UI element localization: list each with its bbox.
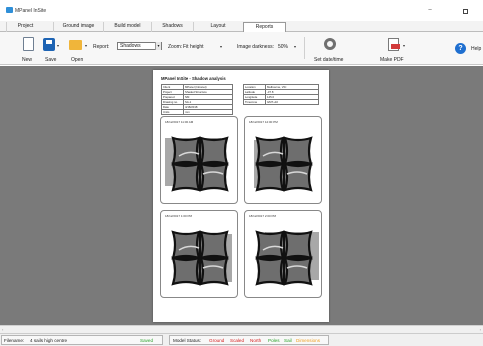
- save-icon[interactable]: [43, 38, 55, 51]
- sail-4: [283, 256, 313, 286]
- panel-timestamp: 18/12/2017 11:00 AM: [165, 120, 194, 124]
- file-status-box: [1, 335, 163, 345]
- project-info-table: Client MPanel (Intranet) Project Shaded St…: [161, 84, 233, 115]
- table-row: Timezone GMT+10: [243, 99, 319, 105]
- new-document-icon[interactable]: [23, 37, 34, 51]
- darkness-dropdown-arrow[interactable]: ▾: [294, 44, 296, 49]
- save-dropdown-arrow[interactable]: ▾: [57, 43, 59, 48]
- sail-1: [171, 230, 201, 260]
- pdf-dropdown-arrow[interactable]: ▾: [403, 43, 405, 48]
- sail-3: [255, 162, 285, 192]
- sail-1: [255, 230, 285, 260]
- make-pdf-button[interactable]: Make PDF: [380, 57, 404, 63]
- open-folder-icon[interactable]: [69, 40, 82, 50]
- toolbar-divider: [304, 37, 305, 59]
- ribbon-tabs: Project Ground image Build model Shadows…: [0, 21, 483, 33]
- status-north: North: [250, 338, 262, 343]
- panel-timestamp: 18/12/2017 1:00 PM: [165, 214, 193, 218]
- status-poles: Poles: [268, 338, 280, 343]
- tab-layout[interactable]: Layout: [193, 22, 242, 32]
- zoom-select[interactable]: Fit height: [183, 44, 204, 50]
- help-icon[interactable]: ?: [455, 43, 466, 54]
- open-dropdown-arrow[interactable]: ▾: [85, 43, 87, 48]
- report-label: Report:: [93, 44, 110, 50]
- status-scaled: Scaled: [230, 338, 245, 343]
- sail-1: [255, 136, 285, 166]
- status-bar: Filename: 4 sails high centre Saved Mode…: [0, 333, 483, 346]
- sail-3: [255, 256, 285, 286]
- sail-3: [171, 162, 201, 192]
- scroll-left-icon[interactable]: ‹: [2, 327, 3, 332]
- sail-2: [283, 136, 313, 166]
- shadow-plan-drawing: [171, 230, 232, 286]
- help-button[interactable]: Help: [471, 46, 481, 52]
- report-select-value: Shadows: [120, 43, 141, 49]
- maximize-button[interactable]: [463, 9, 468, 14]
- tab-shadows[interactable]: Shadows: [151, 22, 193, 32]
- shadow-plan-drawing: [165, 136, 229, 192]
- filename-label: Filename:: [4, 338, 25, 343]
- sail-1: [171, 136, 201, 166]
- sail-4: [283, 162, 313, 192]
- sail-3: [171, 256, 201, 286]
- status-sail: Sail: [284, 338, 292, 343]
- report-select[interactable]: Shadows ▾: [117, 42, 162, 50]
- open-button[interactable]: Open: [71, 57, 83, 63]
- sail-2: [283, 230, 313, 260]
- shadow-plan-drawing: [254, 136, 313, 192]
- image-darkness-select[interactable]: 50%: [278, 44, 288, 50]
- save-button[interactable]: Save: [45, 57, 56, 63]
- table-cell: Timezone: [243, 99, 266, 105]
- model-status-label: Model Status:: [173, 338, 202, 343]
- shadow-panel-1: 18/12/2017 11:00 AM: [160, 116, 238, 204]
- scroll-right-icon[interactable]: ›: [480, 327, 481, 332]
- panel-timestamp: 18/12/2017 12:00 PM: [249, 120, 278, 124]
- shadow-panel-4: 18/12/2017 2:00 PM: [244, 210, 322, 298]
- status-dimensions: Dimensions: [296, 338, 320, 343]
- new-button[interactable]: New: [22, 57, 32, 63]
- status-ground: Ground: [209, 338, 225, 343]
- tab-project[interactable]: Project: [6, 22, 44, 32]
- shadow-panel-2: 18/12/2017 12:00 PM: [244, 116, 322, 204]
- location-info-table: Location Melbourne, VIC Latitude -37.8 Lon…: [243, 84, 319, 105]
- shadow-panel-3: 18/12/2017 1:00 PM: [160, 210, 238, 298]
- sail-4: [199, 162, 229, 192]
- table-row: Units mm: [161, 109, 233, 115]
- image-darkness-label: Image darkness:: [237, 44, 274, 50]
- window-title: MPanel InSite: [15, 8, 47, 14]
- pdf-icon[interactable]: [388, 38, 400, 51]
- zoom-dropdown-arrow[interactable]: ▾: [220, 44, 222, 49]
- report-preview-area[interactable]: MPanel InSite - Shadow analysis Client MP…: [0, 66, 483, 333]
- report-page: MPanel InSite - Shadow analysis Client MP…: [153, 70, 329, 322]
- chevron-down-icon: ▾: [155, 42, 161, 50]
- table-cell: mm: [183, 109, 233, 115]
- report-title: MPanel InSite - Shadow analysis: [161, 76, 226, 81]
- horizontal-scrollbar[interactable]: ‹ ›: [0, 325, 483, 333]
- sail-2: [199, 230, 229, 260]
- table-cell: Units: [161, 109, 184, 115]
- tab-build-model[interactable]: Build model: [103, 22, 151, 32]
- gear-icon[interactable]: [324, 38, 336, 50]
- app-logo-icon: [6, 7, 13, 13]
- minimize-button[interactable]: –: [427, 7, 433, 13]
- reports-toolbar: New ▾ Save ▾ Open Report: Shadows ▾ Zoom…: [0, 32, 483, 65]
- sail-2: [199, 136, 229, 166]
- saved-status: Saved: [140, 338, 154, 343]
- zoom-label: Zoom:: [168, 44, 183, 50]
- set-date-time-button[interactable]: Set date/time: [314, 57, 343, 63]
- title-bar: MPanel InSite –: [0, 0, 483, 20]
- table-cell: GMT+10: [265, 99, 319, 105]
- filename-value: 4 sails high centre: [30, 338, 68, 343]
- panel-timestamp: 18/12/2017 2:00 PM: [249, 214, 277, 218]
- shadow-plan-drawing: [255, 230, 319, 286]
- tab-ground-image[interactable]: Ground image: [53, 22, 103, 32]
- sail-4: [199, 256, 229, 286]
